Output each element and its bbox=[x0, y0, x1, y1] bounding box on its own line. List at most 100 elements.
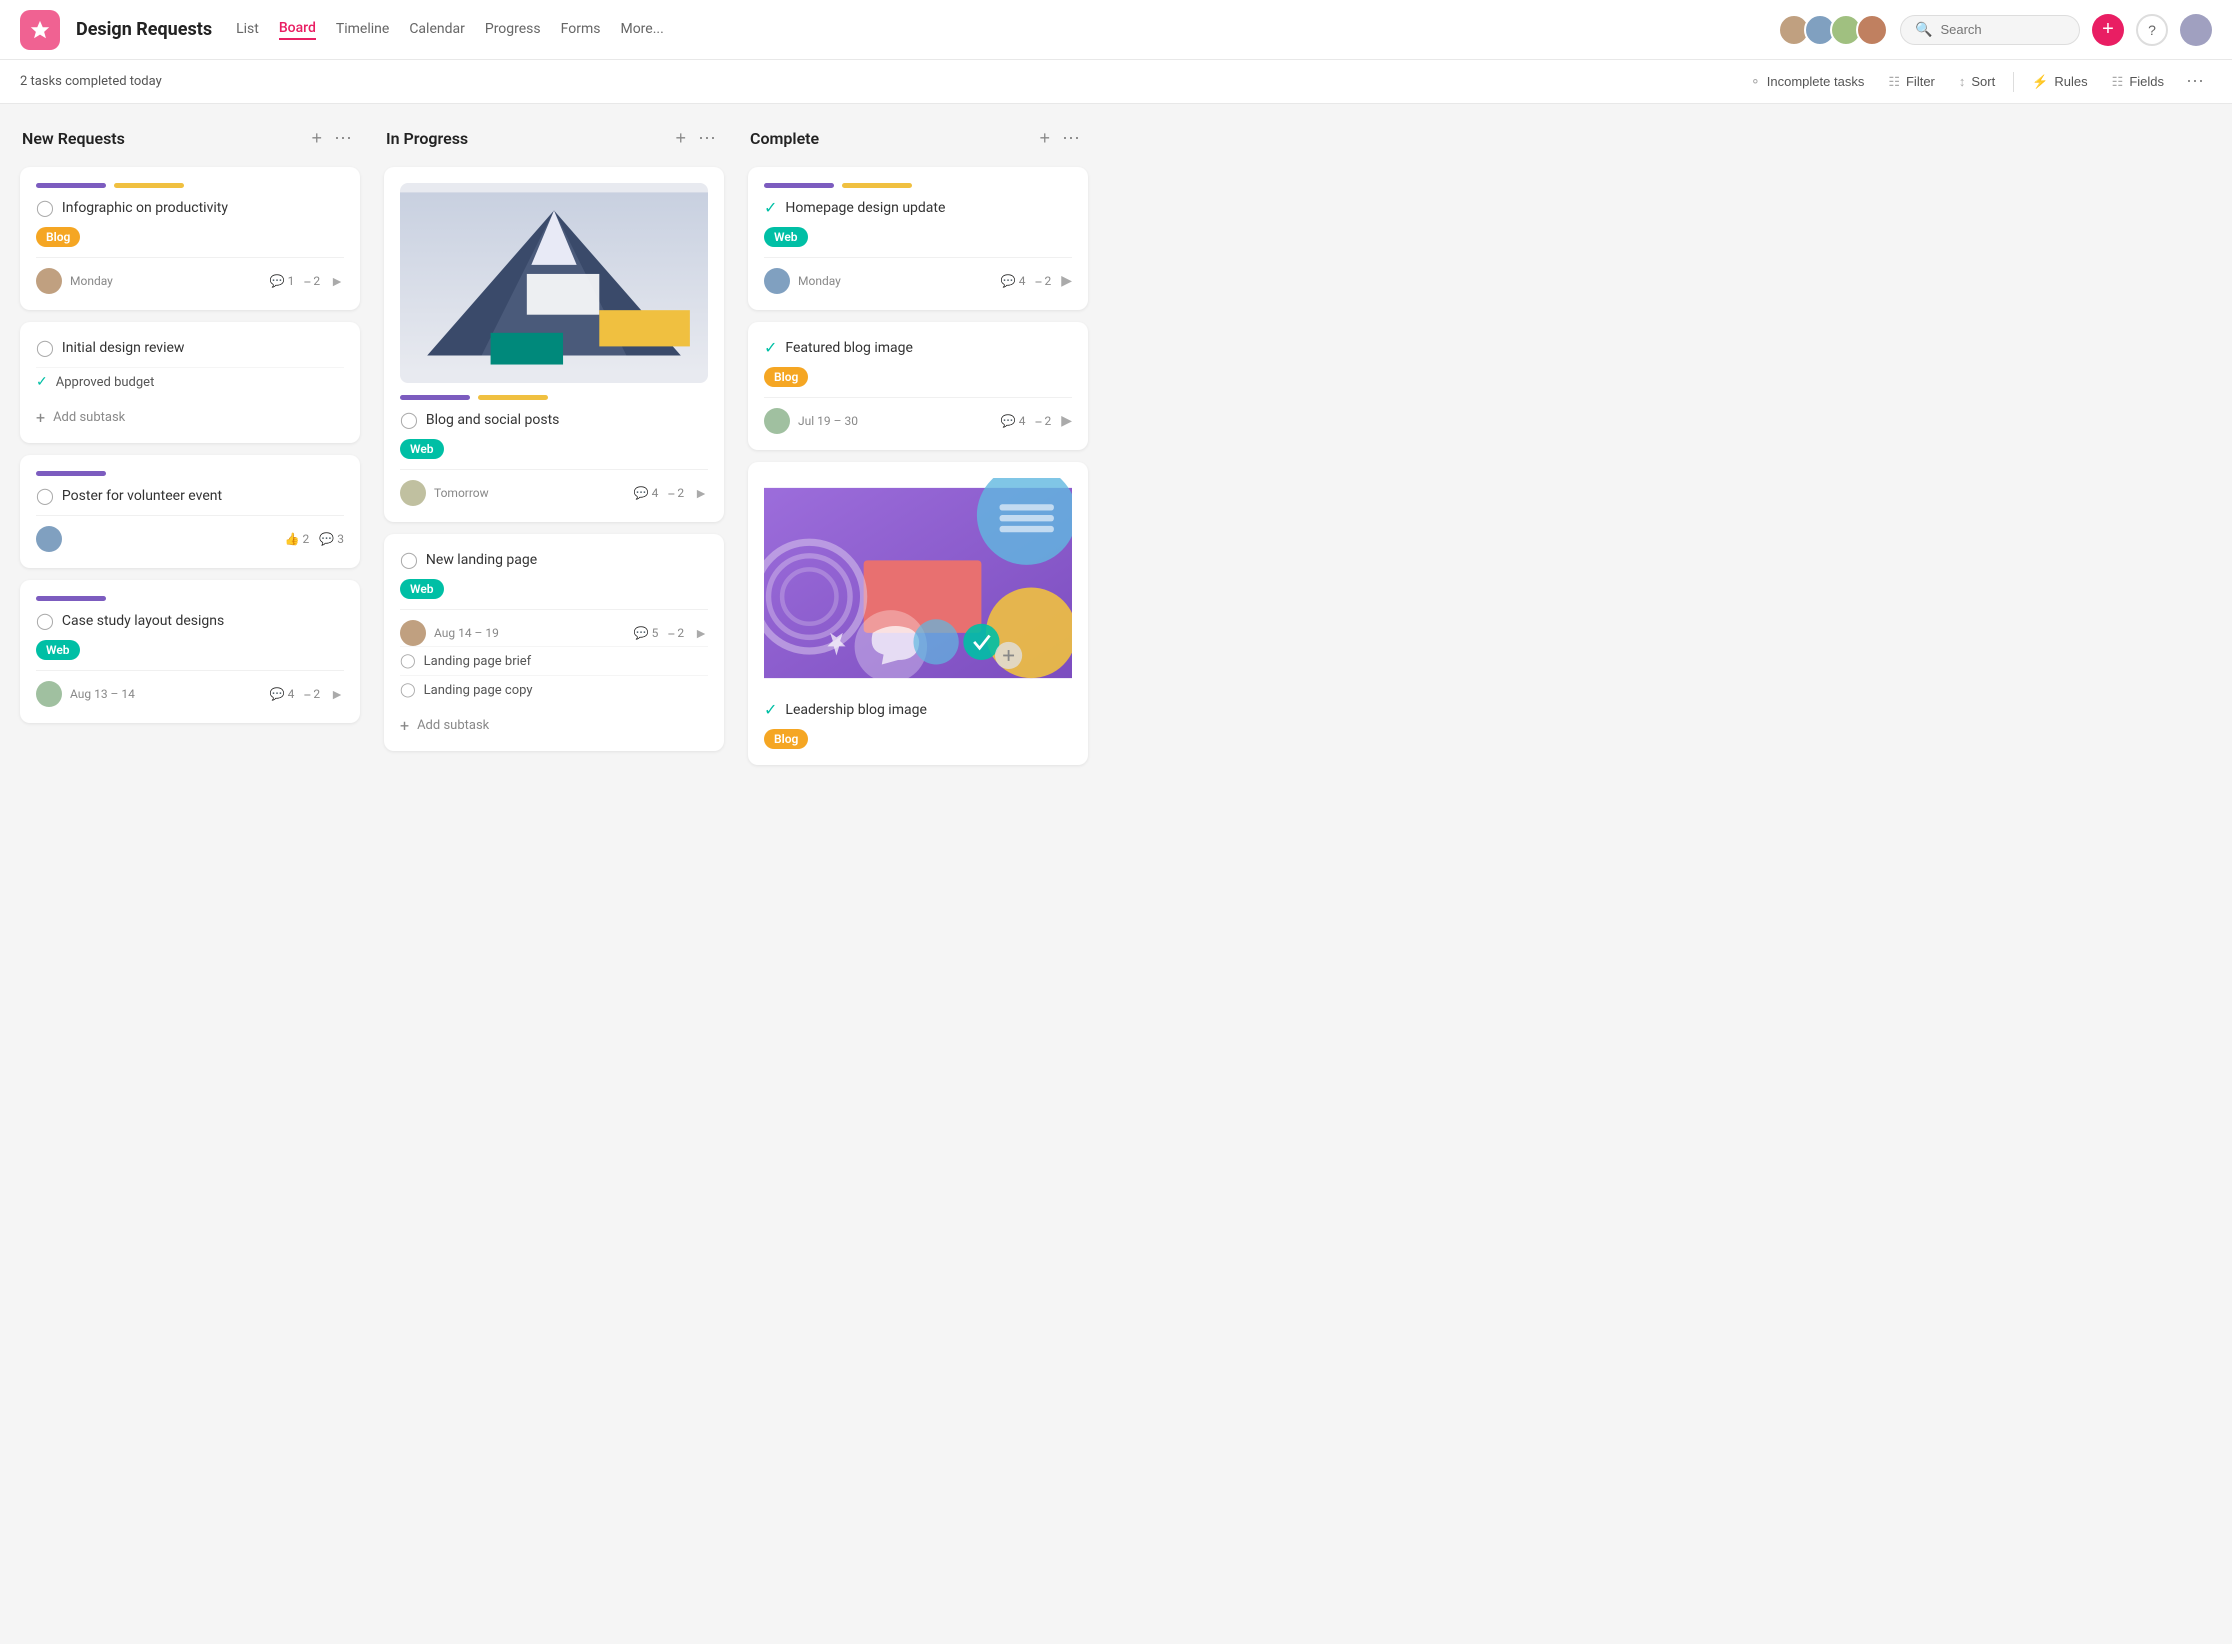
comment-count: 💬 4 bbox=[270, 687, 295, 701]
search-icon: 🔍 bbox=[1915, 22, 1932, 38]
rules-icon: ⚡ bbox=[2032, 74, 2048, 90]
card-initial-design-title-text: Initial design review bbox=[62, 340, 185, 356]
subtask-approved: ✓ Approved budget bbox=[36, 367, 344, 396]
nav-board[interactable]: Board bbox=[279, 20, 316, 40]
add-complete-btn[interactable]: + bbox=[1033, 124, 1056, 153]
card-poster-meta: 👍 2 💬 3 bbox=[285, 532, 344, 546]
card-poster-title: ◯ Poster for volunteer event bbox=[36, 486, 344, 505]
filter-icon: ☷ bbox=[1888, 74, 1900, 90]
plus-icon: + bbox=[400, 716, 409, 735]
add-subtask-btn[interactable]: + Add subtask bbox=[36, 400, 344, 427]
user-avatar[interactable] bbox=[2180, 14, 2212, 46]
subtask-count-value: 2 bbox=[1044, 274, 1051, 288]
nav-timeline[interactable]: Timeline bbox=[336, 21, 389, 39]
more-new-requests-btn[interactable]: ⋯ bbox=[328, 124, 358, 153]
search-input[interactable] bbox=[1940, 22, 2065, 37]
expand-btn[interactable]: ► bbox=[694, 625, 708, 642]
card-blog-social-tag-row: Web bbox=[400, 439, 708, 459]
tag-bar-purple bbox=[36, 471, 106, 476]
nav-forms[interactable]: Forms bbox=[561, 21, 601, 39]
search-box[interactable]: 🔍 bbox=[1900, 15, 2080, 45]
expand-btn[interactable]: ► bbox=[330, 273, 344, 290]
subtask-count: ⎯ 2 bbox=[668, 626, 684, 641]
fields-label: Fields bbox=[2129, 74, 2164, 89]
column-title-in-progress: In Progress bbox=[386, 129, 669, 148]
help-button[interactable]: ? bbox=[2136, 14, 2168, 46]
subtask-icon: ⎯ bbox=[304, 687, 310, 702]
app-title: Design Requests bbox=[76, 19, 212, 40]
card-case-study-meta: 💬 4 ⎯ 2 ► bbox=[270, 686, 344, 703]
fields-btn[interactable]: ☷ Fields bbox=[2102, 69, 2174, 95]
add-subtask-btn[interactable]: + Add subtask bbox=[400, 708, 708, 735]
nav-progress[interactable]: Progress bbox=[485, 21, 541, 39]
tag-bar-purple bbox=[36, 596, 106, 601]
comment-icon: 💬 bbox=[270, 274, 285, 288]
card-leadership-image bbox=[764, 478, 1072, 688]
subtask-icon: ⎯ bbox=[1035, 274, 1041, 289]
expand-btn[interactable]: ► bbox=[694, 485, 708, 502]
rules-btn[interactable]: ⚡ Rules bbox=[2022, 69, 2097, 95]
comment-icon: 💬 bbox=[270, 687, 285, 701]
comment-count: 💬 4 bbox=[1001, 414, 1026, 428]
incomplete-tasks-btn[interactable]: ⚬ Incomplete tasks bbox=[1740, 69, 1874, 95]
incomplete-icon: ⚬ bbox=[1750, 74, 1761, 90]
expand-btn[interactable]: ► bbox=[330, 686, 344, 703]
subtask-icon: ⎯ bbox=[668, 626, 674, 641]
sub-header-actions: ⚬ Incomplete tasks ☷ Filter ↕ Sort ⚡ Rul… bbox=[1740, 67, 2212, 96]
avatar-4 bbox=[1856, 14, 1888, 46]
tasks-completed-label: 2 tasks completed today bbox=[20, 74, 162, 89]
more-complete-btn[interactable]: ⋯ bbox=[1056, 124, 1086, 153]
comment-icon: 💬 bbox=[1001, 414, 1016, 428]
nav-calendar[interactable]: Calendar bbox=[409, 21, 465, 39]
card-featured-blog-title-text: Featured blog image bbox=[785, 340, 913, 356]
subtask-count: ⎯ 2 bbox=[668, 486, 684, 501]
card-avatar bbox=[36, 526, 62, 552]
column-new-requests: New Requests + ⋯ ◯ Infographic on produc… bbox=[20, 124, 360, 735]
team-avatars bbox=[1778, 14, 1888, 46]
web-tag: Web bbox=[764, 227, 808, 247]
card-homepage-meta: 💬 4 ⎯ 2 ▶ bbox=[1001, 273, 1072, 289]
card-homepage-title-text: Homepage design update bbox=[785, 200, 945, 216]
card-infographic-title-text: Infographic on productivity bbox=[62, 200, 228, 216]
expand-btn[interactable]: ▶ bbox=[1061, 273, 1072, 289]
check-circle-icon: ◯ bbox=[36, 198, 54, 217]
card-leadership-blog-title-text: Leadership blog image bbox=[785, 702, 926, 718]
card-avatar bbox=[400, 480, 426, 506]
card-case-study-date: Aug 13 – 14 bbox=[70, 687, 262, 701]
comment-count-value: 1 bbox=[288, 274, 295, 288]
subtask-landing-brief-label: Landing page brief bbox=[424, 654, 532, 669]
comment-count: 💬 4 bbox=[1001, 274, 1026, 288]
incomplete-tasks-label: Incomplete tasks bbox=[1767, 74, 1865, 89]
more-options-btn[interactable]: ⋯ bbox=[2178, 67, 2212, 96]
comment-count-value: 4 bbox=[288, 687, 295, 701]
subtask-count-value: 2 bbox=[677, 626, 684, 640]
comment-icon: 💬 bbox=[634, 626, 649, 640]
filter-btn[interactable]: ☷ Filter bbox=[1878, 69, 1945, 95]
card-blog-social-title-text: Blog and social posts bbox=[426, 412, 559, 428]
nav-more[interactable]: More... bbox=[620, 21, 663, 39]
add-in-progress-btn[interactable]: + bbox=[669, 124, 692, 153]
card-homepage-date: Monday bbox=[798, 274, 993, 288]
subtask-count-value: 2 bbox=[677, 486, 684, 500]
card-blog-image bbox=[400, 183, 708, 383]
blog-tag: Blog bbox=[764, 367, 808, 387]
subtask-landing-copy-label: Landing page copy bbox=[424, 683, 533, 698]
check-circle-icon: ◯ bbox=[400, 550, 418, 569]
card-case-study-title-text: Case study layout designs bbox=[62, 613, 224, 629]
add-new-requests-btn[interactable]: + bbox=[305, 124, 328, 153]
sort-label: Sort bbox=[1971, 74, 1995, 89]
expand-btn[interactable]: ▶ bbox=[1061, 413, 1072, 429]
web-tag: Web bbox=[400, 579, 444, 599]
more-in-progress-btn[interactable]: ⋯ bbox=[692, 124, 722, 153]
add-button[interactable]: + bbox=[2092, 14, 2124, 46]
sort-btn[interactable]: ↕ Sort bbox=[1949, 69, 2005, 94]
column-header-in-progress: In Progress + ⋯ bbox=[384, 124, 724, 153]
comment-count-value: 5 bbox=[652, 626, 659, 640]
card-new-landing-title: ◯ New landing page bbox=[400, 550, 708, 569]
sub-header: 2 tasks completed today ⚬ Incomplete tas… bbox=[0, 60, 2232, 104]
card-homepage-tags bbox=[764, 183, 1072, 188]
nav-list[interactable]: List bbox=[236, 21, 259, 39]
check-done-icon: ✓ bbox=[764, 700, 777, 719]
card-new-landing-title-text: New landing page bbox=[426, 552, 537, 568]
main-nav: List Board Timeline Calendar Progress Fo… bbox=[236, 20, 664, 40]
